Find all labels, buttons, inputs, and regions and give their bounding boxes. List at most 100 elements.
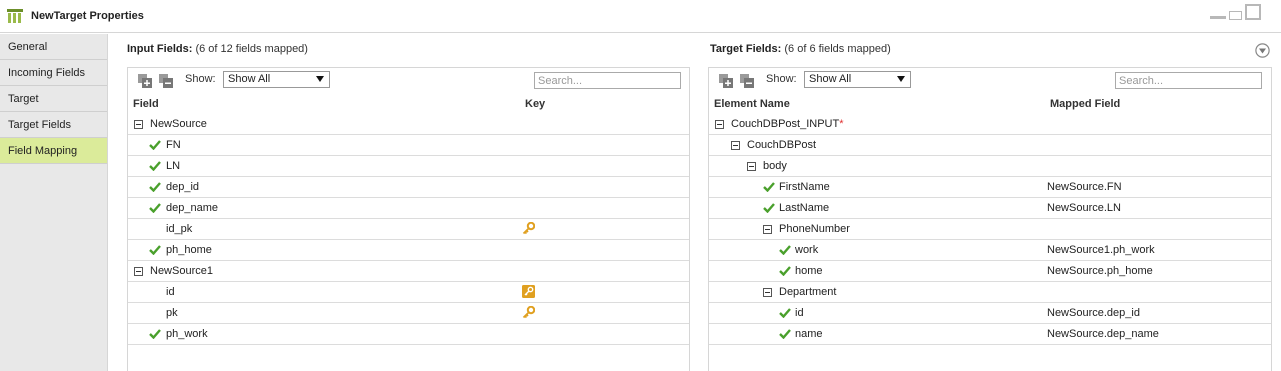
mapped-field: NewSource.dep_name [1047, 328, 1159, 340]
mapped-field: NewSource.ph_home [1047, 265, 1153, 277]
target-fields-panel: Show: Show All Element Name Mapped Field… [708, 67, 1272, 371]
field-name: pk [166, 307, 178, 319]
tree-row[interactable]: dep_name [128, 198, 689, 219]
window-title: NewTarget Properties [31, 10, 144, 22]
required-marker: * [839, 118, 844, 130]
primary-key-icon [522, 306, 535, 319]
tree-row[interactable]: work NewSource1.ph_work [709, 240, 1271, 261]
tree-row[interactable]: LN [128, 156, 689, 177]
tree-row[interactable]: ph_home [128, 240, 689, 261]
sidebar-item-target[interactable]: Target [0, 86, 107, 112]
input-show-value: Show All [228, 73, 271, 85]
tree-row[interactable]: pk [128, 303, 689, 324]
field-name: id_pk [166, 223, 193, 235]
sidebar-item-target-fields[interactable]: Target Fields [0, 112, 107, 138]
target-toolbar: Show: Show All [709, 68, 1271, 94]
input-search-field[interactable] [534, 72, 681, 89]
field-name: LN [166, 160, 181, 172]
check-icon [149, 245, 161, 255]
expand-all-icon[interactable] [719, 74, 733, 88]
minimize-button[interactable] [1210, 16, 1226, 19]
tree-row-group[interactable]: PhoneNumber [709, 219, 1271, 240]
tree-row-group[interactable]: NewSource [128, 114, 689, 135]
collapse-all-icon[interactable] [740, 74, 754, 88]
check-icon [763, 203, 775, 213]
expand-all-icon[interactable] [138, 74, 152, 88]
title-bar: NewTarget Properties [0, 0, 1281, 33]
col-header-mapped-field: Mapped Field [1050, 98, 1121, 110]
element-name: id [795, 307, 804, 319]
collapse-toggle-icon[interactable] [747, 162, 756, 171]
collapse-toggle-icon[interactable] [715, 120, 724, 129]
check-icon [779, 266, 791, 276]
input-fields-header: Input Fields: (6 of 12 fields mapped) [127, 43, 308, 55]
tree-row-group[interactable]: CouchDBPost_INPUT* [709, 114, 1271, 135]
collapse-toggle-icon[interactable] [134, 120, 143, 129]
primary-key-icon [522, 222, 535, 235]
tree-row[interactable]: ph_work [128, 324, 689, 345]
filter-dropdown-icon[interactable] [1255, 43, 1270, 58]
input-fields-tree: NewSource FN LN dep_id dep_name id_pk ph… [128, 114, 689, 345]
tree-row-group[interactable]: NewSource1 [128, 261, 689, 282]
element-name: body [763, 160, 787, 172]
collapse-toggle-icon[interactable] [134, 267, 143, 276]
sidebar-item-incoming-fields[interactable]: Incoming Fields [0, 60, 107, 86]
tree-row[interactable]: home NewSource.ph_home [709, 261, 1271, 282]
element-name: work [795, 244, 819, 256]
mapped-field: NewSource.FN [1047, 181, 1122, 193]
target-fields-count: (6 of 6 fields mapped) [784, 43, 891, 55]
collapse-toggle-icon[interactable] [763, 225, 772, 234]
input-fields-title: Input Fields: [127, 43, 193, 55]
field-name: ph_home [166, 244, 212, 256]
check-icon [149, 140, 161, 150]
tree-row[interactable]: name NewSource.dep_name [709, 324, 1271, 345]
foreign-key-icon [522, 285, 535, 298]
tree-row-group[interactable]: body [709, 156, 1271, 177]
sidebar-item-general[interactable]: General [0, 34, 107, 60]
check-icon [149, 203, 161, 213]
tree-row[interactable]: dep_id [128, 177, 689, 198]
input-fields-count: (6 of 12 fields mapped) [195, 43, 308, 55]
collapse-toggle-icon[interactable] [763, 288, 772, 297]
check-icon [779, 329, 791, 339]
check-icon [149, 161, 161, 171]
chevron-down-icon [897, 76, 905, 82]
tree-row[interactable]: id_pk [128, 219, 689, 240]
tree-row[interactable]: FN [128, 135, 689, 156]
check-icon [779, 308, 791, 318]
collapse-all-icon[interactable] [159, 74, 173, 88]
mapped-field: NewSource.dep_id [1047, 307, 1140, 319]
element-name: name [795, 328, 823, 340]
collapse-toggle-icon[interactable] [731, 141, 740, 150]
sidebar-item-field-mapping[interactable]: Field Mapping [0, 138, 107, 164]
target-fields-title: Target Fields: [710, 43, 782, 55]
tree-row[interactable]: id NewSource.dep_id [709, 303, 1271, 324]
target-show-value: Show All [809, 73, 852, 85]
element-name: PhoneNumber [779, 223, 850, 235]
show-label: Show: [766, 73, 797, 85]
input-show-select[interactable]: Show All [223, 71, 330, 88]
col-header-field: Field [133, 98, 159, 110]
check-icon [779, 245, 791, 255]
tree-row-group[interactable]: CouchDBPost [709, 135, 1271, 156]
mapped-field: NewSource1.ph_work [1047, 244, 1155, 256]
col-header-element-name: Element Name [714, 98, 790, 110]
maximize-button[interactable] [1245, 4, 1261, 20]
tree-row[interactable]: LastName NewSource.LN [709, 198, 1271, 219]
restore-button[interactable] [1229, 11, 1242, 20]
col-header-key: Key [525, 98, 546, 110]
mapped-field: NewSource.LN [1047, 202, 1121, 214]
check-icon [149, 182, 161, 192]
check-icon [149, 329, 161, 339]
target-search-field[interactable] [1115, 72, 1262, 89]
element-name: CouchDBPost [747, 139, 817, 151]
field-name: dep_name [166, 202, 218, 214]
target-show-select[interactable]: Show All [804, 71, 911, 88]
tree-row[interactable]: id [128, 282, 689, 303]
field-name: id [166, 286, 175, 298]
tree-row[interactable]: FirstName NewSource.FN [709, 177, 1271, 198]
element-name: Department [779, 286, 837, 298]
tree-row-group[interactable]: Department [709, 282, 1271, 303]
chevron-down-icon [316, 76, 324, 82]
show-label: Show: [185, 73, 216, 85]
